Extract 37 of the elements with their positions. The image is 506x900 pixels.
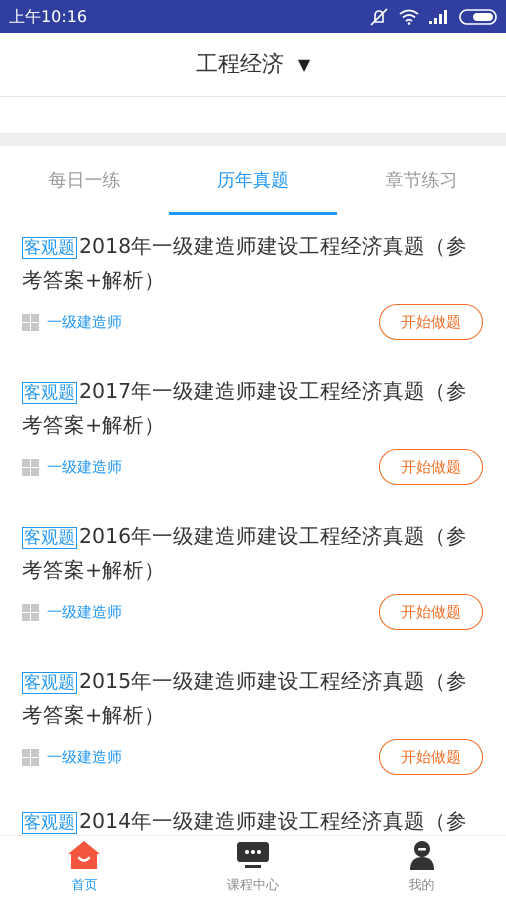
battery-icon xyxy=(459,8,497,24)
start-button[interactable]: 开始做题 xyxy=(379,449,483,485)
category-label: 一级建造师 xyxy=(47,312,122,333)
category-label: 一级建造师 xyxy=(47,746,122,768)
tag: 客观题 xyxy=(22,382,77,404)
start-button[interactable]: 开始做题 xyxy=(379,594,483,630)
status-time: 上午10:16 xyxy=(9,6,88,28)
nav-item[interactable]: 我的 xyxy=(337,836,506,900)
paper-title[interactable]: 客观题 2015年一级建造师建设工程经济真题（参考答案+解析） xyxy=(22,665,484,731)
mute-icon xyxy=(369,8,389,26)
nav-item[interactable]: 课程中心 xyxy=(168,836,338,900)
tag: 客观题 xyxy=(22,812,77,834)
tab[interactable]: 每日一练 xyxy=(0,146,169,215)
paper-title[interactable]: 客观题 2018年一级建造师建设工程经济真题（参考答案+解析） xyxy=(22,230,484,296)
paper-title[interactable]: 客观题 2017年一级建造师建设工程经济真题（参考答案+解析） xyxy=(22,375,484,441)
monitor-icon xyxy=(236,840,270,870)
start-button[interactable]: 开始做题 xyxy=(379,739,483,775)
category-label: 一级建造师 xyxy=(47,602,122,623)
tab[interactable]: 历年真题 xyxy=(168,146,338,215)
nav-item[interactable]: 首页 xyxy=(0,836,169,900)
grid-icon xyxy=(22,604,39,620)
tag: 客观题 xyxy=(22,672,77,694)
grid-icon xyxy=(22,458,39,476)
dropdown-caret[interactable]: ▼ xyxy=(298,52,310,76)
house-icon xyxy=(67,840,102,870)
wifi-icon xyxy=(399,8,419,24)
tag: 客观题 xyxy=(22,237,77,259)
grid-icon xyxy=(22,748,39,766)
category-label: 一级建造师 xyxy=(47,456,122,478)
signal-icon xyxy=(429,10,449,24)
page-title[interactable]: 工程经济 xyxy=(196,48,284,81)
start-button[interactable]: 开始做题 xyxy=(379,304,483,340)
paper-title[interactable]: 客观题 2014年一级建造师建设工程经济真题（参 xyxy=(22,810,484,835)
tab[interactable]: 章节练习 xyxy=(337,146,506,215)
grid-icon xyxy=(22,314,39,330)
paper-title[interactable]: 客观题 2016年一级建造师建设工程经济真题（参考答案+解析） xyxy=(22,520,484,586)
tag: 客观题 xyxy=(22,527,77,549)
